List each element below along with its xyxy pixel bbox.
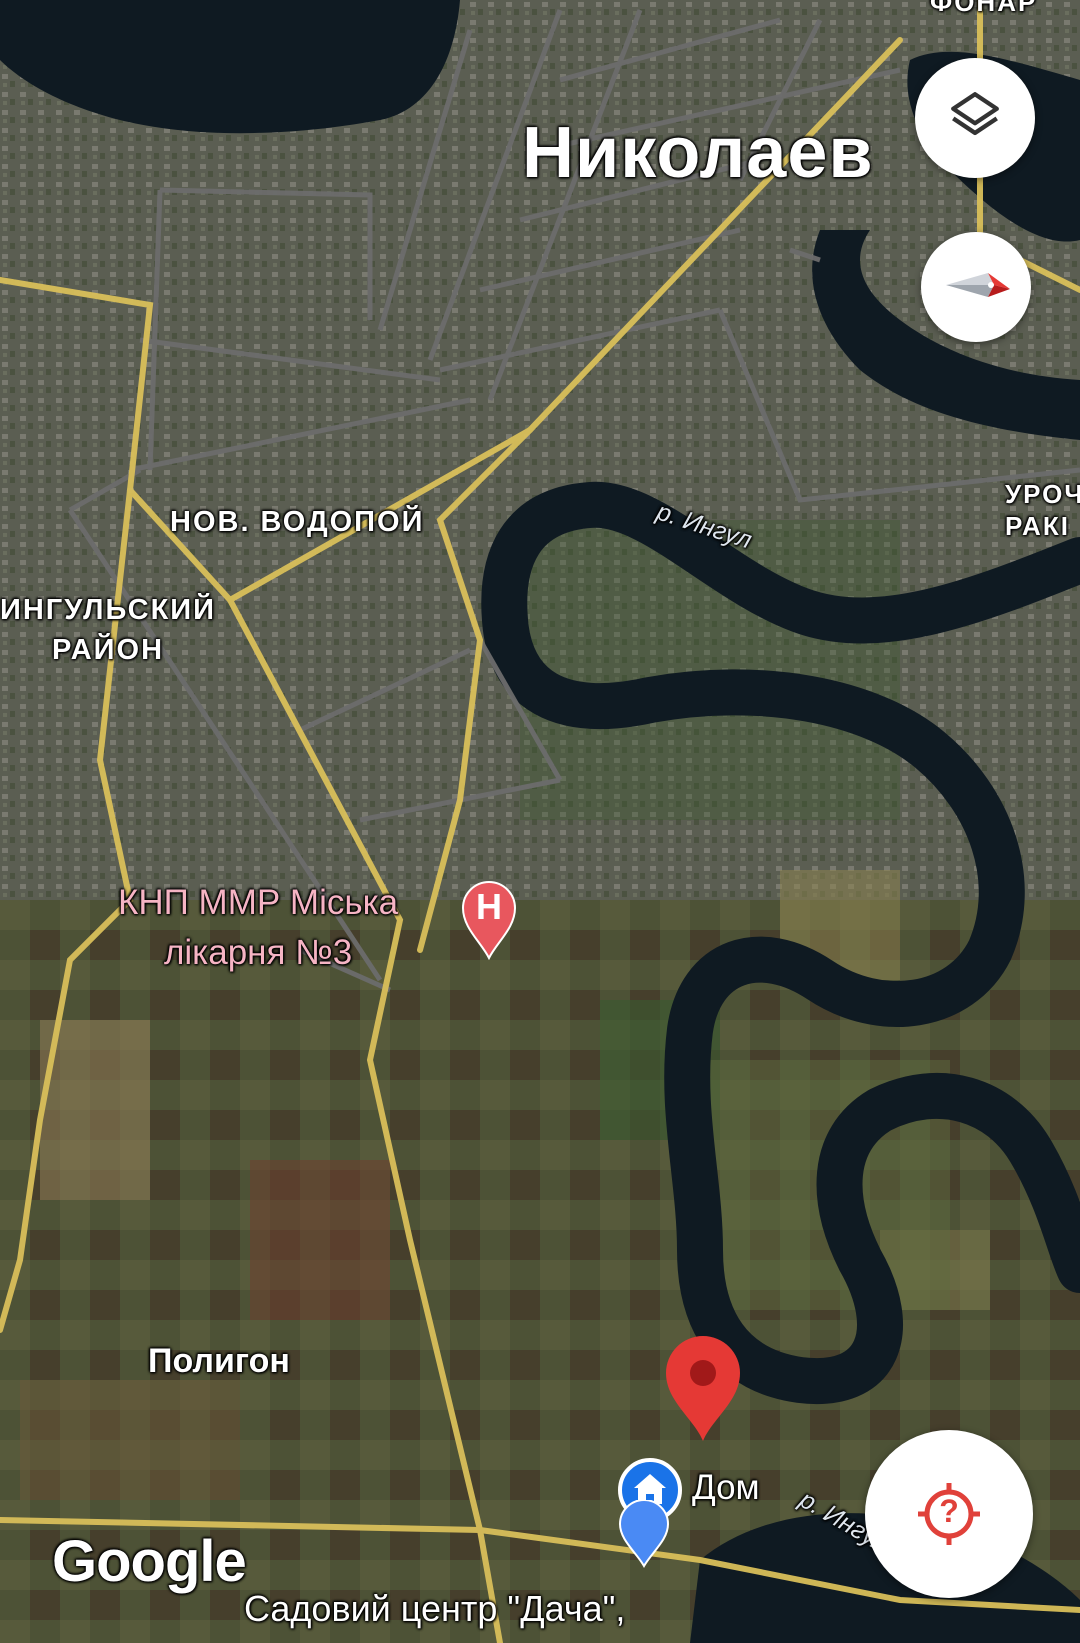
hospital-label-line1: КНП ММР Міська <box>118 883 399 922</box>
district-label-line2: РАЙОН <box>51 634 165 666</box>
compass-button[interactable] <box>921 232 1031 342</box>
district-label-uroch[interactable]: УРОЧ РАКІ <box>1005 478 1080 542</box>
map-label-top-cut: ФОНАР <box>930 0 1038 17</box>
layers-icon <box>946 87 1004 150</box>
city-label[interactable]: Николаев <box>522 112 874 194</box>
garden-center-pin-icon[interactable] <box>618 1499 670 1569</box>
district-label-ingulsky[interactable]: ИНГУЛЬСКИЙ РАЙОН <box>0 590 216 670</box>
satellite-map[interactable] <box>0 0 1080 1643</box>
locate-symbol: ? <box>939 1493 959 1529</box>
dropped-pin-icon[interactable] <box>664 1335 742 1443</box>
hospital-poi-label[interactable]: КНП ММР Міська лікарня №3 <box>118 878 398 978</box>
garden-center-label[interactable]: Садовий центр "Дача", <box>244 1588 625 1630</box>
district-label-uroch-line1: УРОЧ <box>1005 479 1080 509</box>
google-logo: Google <box>52 1529 247 1594</box>
district-label-nov-vodopoy[interactable]: НОВ. ВОДОПОЙ <box>170 502 424 542</box>
compass-icon <box>936 245 1016 330</box>
my-location-button[interactable]: ? <box>865 1430 1033 1598</box>
hospital-letter: H <box>476 886 502 927</box>
layers-button[interactable] <box>915 58 1035 178</box>
home-label[interactable]: Дом <box>692 1468 760 1508</box>
hospital-label-line2: лікарня №3 <box>163 933 353 972</box>
district-label-line1: ИНГУЛЬСКИЙ <box>0 594 216 626</box>
district-label-uroch-line2: РАКІ <box>1005 511 1070 541</box>
location-help-icon: ? <box>914 1479 984 1549</box>
area-label-polygon[interactable]: Полигон <box>148 1342 290 1381</box>
hospital-pin-icon[interactable]: H <box>461 880 517 961</box>
